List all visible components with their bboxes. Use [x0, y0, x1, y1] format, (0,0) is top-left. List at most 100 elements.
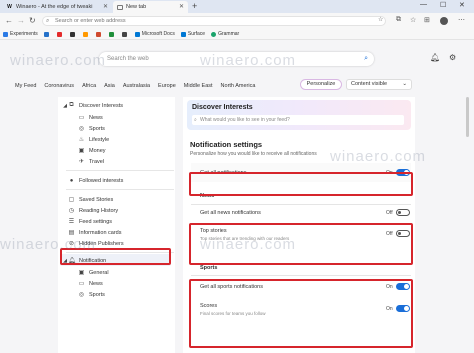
fav-experiments[interactable]: Experiments — [3, 31, 38, 37]
fav-surface[interactable]: Surface — [180, 31, 205, 37]
refresh-icon[interactable]: ↻ — [29, 16, 36, 25]
sidebar-item-news[interactable]: ▭ News — [78, 112, 103, 123]
sidebar-item-feed-settings[interactable]: ☰ Feed settings — [68, 216, 112, 227]
discover-icon: ⧉ — [69, 102, 74, 108]
fav-1[interactable] — [43, 31, 51, 37]
windows-icon — [180, 31, 186, 37]
divider — [191, 275, 411, 276]
fav-4[interactable] — [82, 31, 90, 37]
lifestyle-icon: ♨ — [78, 137, 85, 143]
discover-interests-card: Discover Interests ⌕ What would you like… — [187, 100, 411, 130]
address-input[interactable]: ⌕ Search or enter web address — [42, 16, 386, 26]
sidebar-item-general[interactable]: ▣ General — [78, 267, 109, 278]
fav-microsoft-docs[interactable]: Microsoft Docs — [134, 31, 175, 37]
fav-7[interactable] — [121, 31, 129, 37]
favicon-icon — [43, 31, 49, 37]
scores-toggle[interactable] — [396, 305, 410, 312]
bookmark-icon: ▢ — [68, 197, 75, 203]
general-icon: ▣ — [78, 270, 85, 276]
news-all-toggle[interactable] — [396, 209, 410, 216]
fav-2[interactable] — [56, 31, 64, 37]
sidebar-item-notification[interactable]: ◢ 🔔︎ Notification — [62, 255, 106, 266]
sidebar-item-saved-stories[interactable]: ▢ Saved Stories — [68, 194, 114, 205]
extensions-icon[interactable]: ⧉ — [396, 16, 401, 24]
sidebar-item-lifestyle[interactable]: ♨ Lifestyle — [78, 134, 109, 145]
tab-title: Winaero - At the edge of tweaki — [16, 4, 93, 10]
new-tab-plus-icon[interactable]: + — [192, 1, 197, 11]
fav-5[interactable] — [95, 31, 103, 37]
close-window-icon[interactable]: ✕ — [459, 1, 465, 9]
more-menu-icon[interactable]: ⋯ — [458, 16, 465, 24]
bell-icon[interactable]: 🔔︎ — [430, 53, 440, 62]
back-icon[interactable]: ← — [5, 16, 13, 25]
close-tab-icon[interactable]: ✕ — [103, 3, 108, 10]
category-north-america[interactable]: North America — [221, 83, 256, 89]
top-stories-label: Top stories — [200, 228, 227, 234]
favorites-bar: Experiments Microsoft Docs Surface Gramm… — [0, 29, 474, 40]
sports-all-toggle[interactable] — [396, 283, 410, 290]
sidebar-item-sports[interactable]: ◎ Sports — [78, 123, 105, 134]
sidebar-item-discover-interests[interactable]: ◢ ⧉ Discover Interests — [62, 100, 123, 111]
settings-gear-icon[interactable]: ⚙ — [449, 53, 456, 62]
minimize-icon[interactable]: — — [420, 1, 427, 8]
content-visible-dropdown[interactable]: Content visible ⌄ — [346, 79, 412, 90]
sidebar-item-information-cards[interactable]: ▤ Information cards — [68, 227, 122, 238]
sidebar-item-followed-interests[interactable]: ● Followed interests — [68, 175, 124, 186]
fav-3[interactable] — [69, 31, 77, 37]
scores-label: Scores — [200, 303, 218, 309]
toggle-state: On — [386, 306, 393, 312]
profile-avatar-icon[interactable] — [440, 17, 448, 25]
top-stories-toggle[interactable] — [396, 230, 410, 237]
category-australasia[interactable]: Australasia — [123, 83, 150, 89]
sidebar-item-hidden-publishers[interactable]: ⊘ Hidden Publishers — [68, 238, 124, 249]
tab-winaero[interactable]: W Winaero - At the edge of tweaki ✕ — [2, 1, 112, 13]
notification-settings-panel: Discover Interests ⌕ What would you like… — [183, 97, 415, 353]
page-scrollbar[interactable] — [466, 97, 469, 137]
category-coronavirus[interactable]: Coronavirus — [44, 83, 74, 89]
favorites-icon[interactable]: ☆ — [410, 16, 416, 24]
new-tab-favicon-icon — [117, 4, 123, 10]
close-tab-icon[interactable]: ✕ — [179, 3, 184, 10]
personalize-button[interactable]: Personalize — [300, 79, 342, 90]
grammarly-icon — [211, 31, 217, 37]
category-europe[interactable]: Europe — [158, 83, 176, 89]
favicon-icon — [108, 31, 114, 37]
interest-search-input[interactable]: ⌕ What would you like to see in your fee… — [192, 115, 404, 125]
fav-6[interactable] — [108, 31, 116, 37]
forward-icon[interactable]: → — [17, 16, 25, 25]
search-icon: ⌕ — [194, 117, 197, 123]
chevron-down-icon: ⌄ — [402, 81, 407, 87]
web-search-input[interactable]: Search the web ⌕ — [99, 52, 374, 66]
favorite-star-icon[interactable]: ☆ — [378, 16, 383, 23]
hidden-icon: ⊘ — [68, 241, 75, 247]
get-all-notifications-toggle[interactable] — [396, 169, 410, 176]
news-icon: ▭ — [78, 281, 85, 287]
tab-new-tab[interactable]: New tab ✕ — [113, 1, 188, 13]
collections-icon[interactable]: ⊞ — [424, 16, 430, 24]
feed-settings-icon: ☰ — [68, 219, 75, 225]
sidebar-item-reading-history[interactable]: ◷ Reading History — [68, 205, 118, 216]
divider — [66, 170, 174, 171]
category-my-feed[interactable]: My Feed — [15, 83, 36, 89]
toggle-state: On — [386, 170, 393, 176]
cards-icon: ▤ — [68, 230, 75, 236]
sidebar-item-money[interactable]: ▣ Money — [78, 145, 106, 156]
search-icon[interactable]: ⌕ — [364, 52, 368, 66]
tab-title: New tab — [126, 4, 147, 10]
sidebar-item-travel[interactable]: ✈ Travel — [78, 156, 104, 167]
category-africa[interactable]: Africa — [82, 83, 96, 89]
favicon-icon — [121, 31, 127, 37]
sidebar-item-notif-news[interactable]: ▭ News — [78, 278, 103, 289]
search-icon: ⌕ — [46, 18, 50, 24]
toggle-state: Off — [386, 231, 393, 237]
toggle-state: On — [386, 284, 393, 290]
new-tab-page: Search the web ⌕ 🔔︎ ⚙ My Feed Coronaviru… — [0, 40, 474, 353]
sidebar-item-notif-sports[interactable]: ◎ Sports — [78, 289, 105, 300]
category-middle-east[interactable]: Middle East — [184, 83, 213, 89]
maximize-icon[interactable]: ☐ — [440, 1, 446, 9]
followed-icon: ● — [69, 177, 74, 184]
favicon-icon — [82, 31, 88, 37]
notification-settings-subtitle: Personalize how you would like to receiv… — [190, 151, 317, 157]
fav-grammar[interactable]: Grammar — [211, 31, 239, 37]
category-asia[interactable]: Asia — [104, 83, 115, 89]
